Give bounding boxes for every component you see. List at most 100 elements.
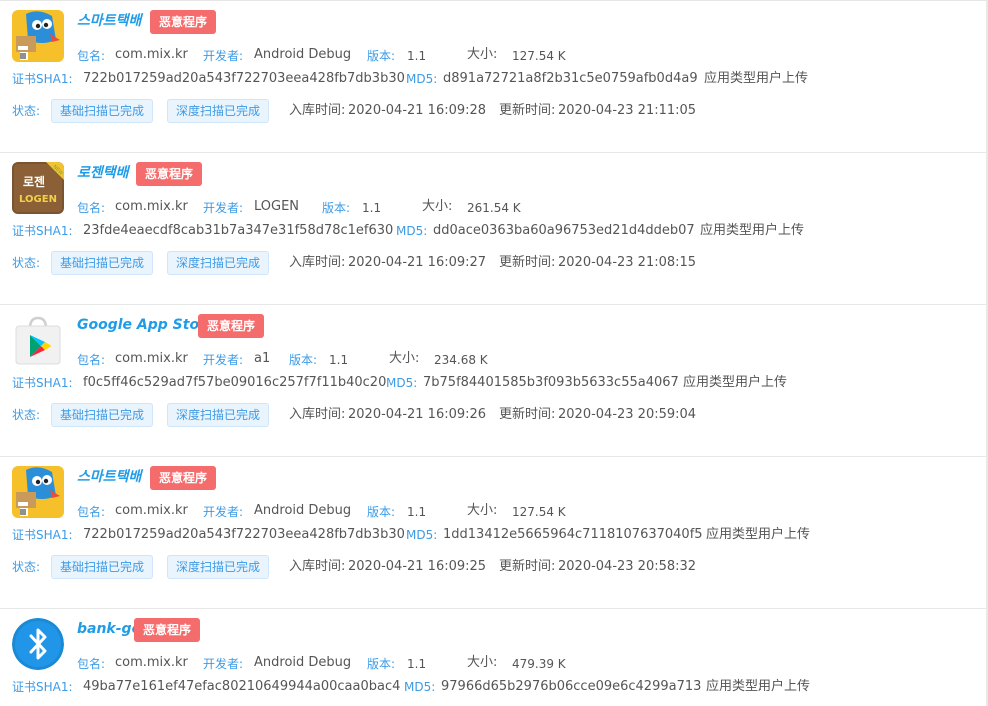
intake-time-label: 入库时间:	[289, 407, 346, 422]
md5-label: MD5:	[406, 528, 438, 542]
app-name[interactable]: 로젠택배	[77, 162, 129, 184]
sha1-value: 722b017259ad20a543f722703eea428fb7db3b30	[83, 71, 405, 86]
app-type-label: 应用类型:	[706, 679, 763, 694]
size-label: 大小:	[422, 199, 453, 214]
developer-value: Android Debug	[254, 47, 352, 62]
sha1-label: 证书SHA1:	[12, 224, 73, 238]
md5-value: 97966d65b2976b06cce09e6c4299a713	[441, 679, 702, 694]
update-time-label: 更新时间:	[499, 559, 556, 574]
size-label: 大小:	[467, 503, 498, 518]
size-label: 大小:	[389, 351, 420, 366]
developer-value: LOGEN	[254, 199, 300, 214]
developer-value: Android Debug	[254, 655, 352, 670]
update-time-label: 更新时间:	[499, 103, 556, 118]
size-value: 479.39 K	[512, 657, 566, 671]
deep-scan-status: 深度扫描已完成	[167, 99, 270, 123]
md5-value: dd0ace0363ba60a96753ed21d4ddeb07	[433, 223, 695, 238]
app-name[interactable]: 스마트택배	[77, 10, 141, 32]
version-label: 版本:	[289, 353, 318, 367]
version-label: 版本:	[367, 505, 396, 519]
app-type-value: 用户上传	[752, 223, 805, 238]
update-time-value: 2020-04-23 21:11:05	[558, 103, 697, 118]
md5-value: d891a72721a8f2b31c5e0759afb0d4a9	[443, 71, 698, 86]
app-type-value: 用户上传	[735, 375, 788, 390]
intake-time-value: 2020-04-21 16:09:25	[348, 559, 487, 574]
version-label: 版本:	[367, 49, 396, 63]
sha1-value: f0c5ff46c529ad7f57be09016c257f7f11b40c20	[83, 375, 387, 390]
size-label: 大小:	[467, 47, 498, 62]
package-label: 包名:	[77, 201, 106, 215]
intake-time-label: 入库时间:	[289, 255, 346, 270]
update-time-value: 2020-04-23 20:58:32	[558, 559, 697, 574]
md5-label: MD5:	[396, 224, 428, 238]
app-type-value: 用户上传	[758, 679, 811, 694]
app-card: 스마트택배 恶意程序 包名: com.mix.kr 开发者: Android D…	[0, 456, 986, 609]
version-label: 版本:	[322, 201, 351, 215]
sha1-value: 49ba77e161ef47efac80210649944a00caa0bac4	[83, 679, 401, 694]
size-value: 234.68 K	[434, 353, 488, 367]
malware-tag: 恶意程序	[150, 466, 217, 490]
developer-label: 开发者:	[203, 353, 244, 367]
update-time-value: 2020-04-23 20:59:04	[558, 407, 697, 422]
sha1-label: 证书SHA1:	[12, 528, 73, 542]
malware-tag: 恶意程序	[150, 10, 217, 34]
app-name[interactable]: bank-go	[77, 618, 141, 640]
basic-scan-status: 基础扫描已完成	[51, 555, 154, 579]
play-store-app-icon[interactable]	[12, 314, 64, 366]
app-card: bank-go 恶意程序 包名: com.mix.kr 开发者: Android…	[0, 608, 986, 706]
developer-label: 开发者:	[203, 201, 244, 215]
size-value: 261.54 K	[467, 201, 521, 215]
developer-label: 开发者:	[203, 505, 244, 519]
deep-scan-status: 深度扫描已完成	[167, 251, 270, 275]
basic-scan-status: 基础扫描已完成	[51, 403, 154, 427]
deep-scan-status: 深度扫描已完成	[167, 403, 270, 427]
intake-time-value: 2020-04-21 16:09:27	[348, 255, 487, 270]
intake-time-label: 入库时间:	[289, 559, 346, 574]
version-value: 1.1	[407, 657, 427, 671]
sha1-label: 证书SHA1:	[12, 680, 73, 694]
md5-label: MD5:	[386, 376, 418, 390]
package-value: com.mix.kr	[115, 199, 188, 214]
bluetooth-app-icon[interactable]	[12, 618, 64, 670]
logen-app-icon[interactable]: 로젠 LOGEN NEW	[12, 162, 64, 214]
size-value: 127.54 K	[512, 505, 566, 519]
app-name[interactable]: Google App Store	[77, 314, 215, 336]
app-card: 스마트택배 恶意程序 包名: com.mix.kr 开发者: Android D…	[0, 0, 986, 153]
update-time-value: 2020-04-23 21:08:15	[558, 255, 697, 270]
deep-scan-status: 深度扫描已完成	[167, 555, 270, 579]
package-label: 包名:	[77, 353, 106, 367]
app-type-value: 用户上传	[758, 527, 811, 542]
sha1-value: 23fde4eaecdf8cab31b7a347e31f58d78c1ef630	[83, 223, 394, 238]
intake-time-value: 2020-04-21 16:09:26	[348, 407, 487, 422]
app-type-label: 应用类型:	[706, 527, 763, 542]
sha1-label: 证书SHA1:	[12, 72, 73, 86]
app-name[interactable]: 스마트택배	[77, 466, 141, 488]
md5-value: 7b75f84401585b3f093b5633c55a4067	[423, 375, 679, 390]
malware-tag: 恶意程序	[134, 618, 201, 642]
size-value: 127.54 K	[512, 49, 566, 63]
developer-label: 开发者:	[203, 49, 244, 63]
update-time-label: 更新时间:	[499, 255, 556, 270]
version-value: 1.1	[362, 201, 382, 215]
package-label: 包名:	[77, 657, 106, 671]
smart-parcel-app-icon[interactable]	[12, 466, 64, 518]
basic-scan-status: 基础扫描已完成	[51, 251, 154, 275]
app-card: Google App Store 恶意程序 包名: com.mix.kr 开发者…	[0, 304, 986, 457]
md5-value: 1dd13412e5665964c7118107637040f5	[443, 527, 703, 542]
version-value: 1.1	[407, 49, 427, 63]
package-value: com.mix.kr	[115, 655, 188, 670]
app-type-value: 用户上传	[756, 71, 809, 86]
intake-time-value: 2020-04-21 16:09:28	[348, 103, 487, 118]
status-label: 状态:	[12, 408, 41, 422]
md5-label: MD5:	[406, 72, 438, 86]
logen-icon-text-top: 로젠	[23, 174, 45, 189]
sha1-value: 722b017259ad20a543f722703eea428fb7db3b30	[83, 527, 405, 542]
size-label: 大小:	[467, 655, 498, 670]
smart-parcel-app-icon[interactable]	[12, 10, 64, 62]
logen-icon-text-bottom: LOGEN	[19, 194, 57, 205]
app-type-label: 应用类型:	[704, 71, 761, 86]
developer-value: a1	[254, 351, 271, 366]
package-label: 包名:	[77, 49, 106, 63]
version-value: 1.1	[329, 353, 349, 367]
developer-label: 开发者:	[203, 657, 244, 671]
